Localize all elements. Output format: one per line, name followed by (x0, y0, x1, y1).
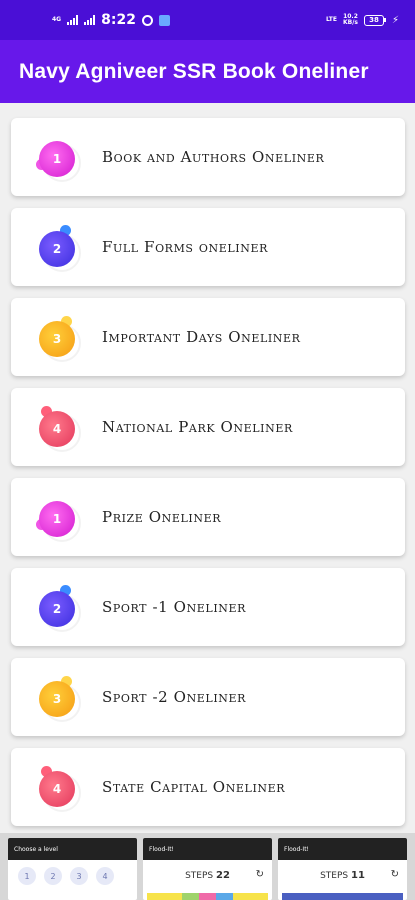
ad-steps: STEPS 22 (143, 860, 272, 881)
number-badge-icon: 4 (33, 765, 81, 812)
ad-level: 1 (18, 867, 36, 885)
ad-banner[interactable]: Choose a level 1 2 3 4 Flood-It! STEPS 2… (0, 833, 415, 900)
badge-number: 3 (39, 681, 75, 717)
list-item-label: Full Forms oneliner (102, 238, 268, 256)
app-bar: Navy Agniveer SSR Book Oneliner (0, 40, 415, 103)
ad-screenshot-1[interactable]: Choose a level 1 2 3 4 (8, 838, 137, 900)
ad-shot-title: Choose a level (8, 838, 137, 860)
ad-level: 4 (96, 867, 114, 885)
ad-shot-title: Flood-It! (278, 838, 407, 860)
color-palette (282, 893, 403, 900)
gallery-icon (158, 14, 170, 26)
badge-number: 4 (39, 411, 75, 447)
lte-label: LTE (325, 16, 337, 23)
list-item-label: Sport -2 Oneliner (102, 688, 247, 706)
list-item-label: State Capital Oneliner (102, 778, 286, 796)
badge-number: 3 (39, 321, 75, 357)
list-item-sport-2[interactable]: 3 Sport -2 Oneliner (11, 658, 405, 736)
status-bar: 4G 8:22 LTE 10.2 KB/s 38 ⚡ (0, 0, 415, 40)
ad-level: 3 (70, 867, 88, 885)
network-speed: 10.2 KB/s (343, 14, 358, 26)
list-item-label: Book and Authors Oneliner (102, 148, 325, 166)
signal-icon-2 (84, 15, 96, 25)
badge-number: 4 (39, 771, 75, 807)
color-palette (147, 893, 268, 900)
badge-number: 2 (39, 591, 75, 627)
refresh-icon: ↻ (390, 869, 399, 880)
list-item-label: Sport -1 Oneliner (102, 598, 247, 616)
number-badge-icon: 4 (33, 405, 81, 452)
battery-level: 38 (363, 14, 384, 26)
charging-icon: ⚡ (391, 14, 399, 26)
signal-icon (67, 15, 79, 25)
ad-level-row: 1 2 3 4 (8, 860, 137, 892)
list-item-prize[interactable]: 1 Prize Oneliner (11, 478, 405, 556)
number-badge-icon: 2 (33, 585, 81, 632)
ad-shot-title: Flood-It! (143, 838, 272, 860)
number-badge-icon: 3 (33, 315, 81, 362)
list-item-label: Prize Oneliner (102, 508, 222, 526)
badge-number: 1 (39, 501, 75, 537)
number-badge-icon: 1 (33, 495, 81, 542)
ad-screenshot-2[interactable]: Flood-It! STEPS 22 ↻ (143, 838, 272, 900)
ad-steps-value: 11 (351, 870, 365, 881)
list-item-state-capital[interactable]: 4 State Capital Oneliner (11, 748, 405, 826)
ad-steps-value: 22 (216, 870, 230, 881)
number-badge-icon: 3 (33, 675, 81, 722)
network-type-label: 4G (52, 16, 62, 23)
ad-screenshot-3[interactable]: Flood-It! STEPS 11 ↻ (278, 838, 407, 900)
list-item-full-forms[interactable]: 2 Full Forms oneliner (11, 208, 405, 286)
sync-icon (141, 14, 153, 26)
ad-steps: STEPS 11 (278, 860, 407, 881)
list-item-important-days[interactable]: 3 Important Days Oneliner (11, 298, 405, 376)
network-speed-unit: KB/s (342, 19, 358, 26)
status-time: 8:22 (101, 12, 136, 28)
list-item-book-authors[interactable]: 1 Book and Authors Oneliner (11, 118, 405, 196)
list-item-label: Important Days Oneliner (102, 328, 301, 346)
battery-icon: 38 (363, 14, 386, 26)
list-item-national-park[interactable]: 4 National Park Oneliner (11, 388, 405, 466)
refresh-icon: ↻ (255, 869, 264, 880)
ad-steps-label: STEPS (320, 871, 349, 881)
list-item-label: National Park Oneliner (102, 418, 293, 436)
number-badge-icon: 1 (33, 135, 81, 182)
ad-steps-label: STEPS (185, 871, 214, 881)
badge-number: 1 (39, 141, 75, 177)
app-title: Navy Agniveer SSR Book Oneliner (19, 59, 369, 83)
number-badge-icon: 2 (33, 225, 81, 272)
badge-number: 2 (39, 231, 75, 267)
list-item-sport-1[interactable]: 2 Sport -1 Oneliner (11, 568, 405, 646)
ad-level: 2 (44, 867, 62, 885)
